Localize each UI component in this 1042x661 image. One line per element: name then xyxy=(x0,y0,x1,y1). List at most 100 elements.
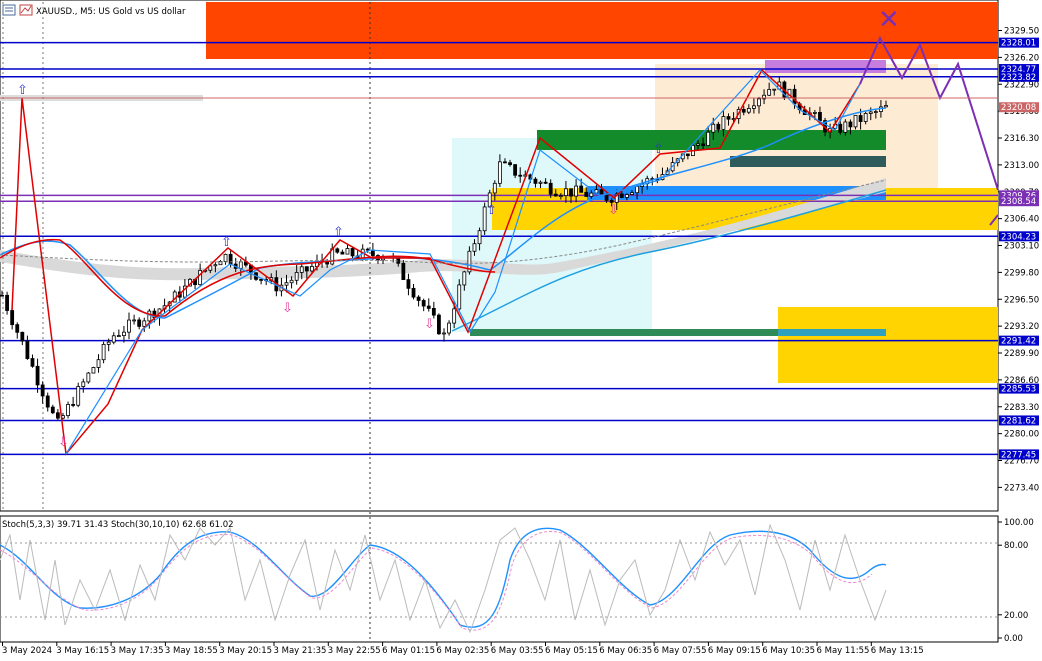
price-tag-label: 2320.08 xyxy=(1001,103,1036,113)
candle-body xyxy=(726,116,731,120)
candle-body xyxy=(345,248,350,255)
price-tag-label: 2285.53 xyxy=(1001,385,1036,395)
trading-terminal: ✕ ⇧ ⇩ ⇧ ⇩ ⇧ ⇩ ⇧ ⇩ ⇧ 2329.50 2326.20 2322.9… xyxy=(0,0,1042,657)
stoch-tick-label: 100.00 xyxy=(1004,518,1034,528)
candle-body xyxy=(5,294,9,311)
green-box[interactable] xyxy=(537,130,886,150)
candle-body xyxy=(863,113,868,122)
time-tick-label: 3 May 22:55 xyxy=(328,646,381,656)
candle-body xyxy=(370,249,375,256)
candle-body xyxy=(66,404,70,417)
candle-body xyxy=(335,248,340,253)
candle-body xyxy=(223,253,228,262)
time-tick-label: 3 May 20:15 xyxy=(219,646,272,656)
candle-body xyxy=(624,194,629,198)
candle-body xyxy=(711,123,716,133)
candle-body xyxy=(350,248,355,257)
time-tick-label: 3 May 18:55 xyxy=(165,646,218,656)
candle-body xyxy=(848,121,853,128)
candle-body xyxy=(884,105,888,108)
price-tick-label: 2273.40 xyxy=(1004,483,1039,493)
candle-body xyxy=(589,192,594,197)
candle-body xyxy=(132,319,136,322)
candle-body xyxy=(701,143,706,147)
time-tick-label: 6 May 01:15 xyxy=(382,646,435,656)
arrow-down-icon: ⇩ xyxy=(424,317,435,332)
time-tick-label: 6 May 07:55 xyxy=(654,646,707,656)
candle-body xyxy=(96,359,101,368)
teal-box[interactable] xyxy=(730,156,886,167)
candle-body xyxy=(50,406,55,414)
time-tick-label: 6 May 10:35 xyxy=(762,646,815,656)
time-tick-label: 6 May 13:15 xyxy=(871,646,924,656)
candle-body xyxy=(873,111,878,113)
price-tag-label: 2281.62 xyxy=(1001,416,1036,426)
candle-body xyxy=(838,123,843,133)
candle-body xyxy=(558,195,563,198)
candle-body xyxy=(818,112,822,121)
candle-body xyxy=(421,300,426,307)
candle-body xyxy=(0,294,4,297)
price-chart[interactable]: ✕ ⇧ ⇩ ⇧ ⇩ ⇧ ⇩ ⇧ ⇩ ⇧ 2329.502326.202322.9… xyxy=(0,0,1042,657)
candle-body xyxy=(630,192,634,195)
time-tick-label: 6 May 11:55 xyxy=(817,646,870,656)
time-tick-label: 6 May 06:35 xyxy=(599,646,652,656)
price-tick-label: 2299.80 xyxy=(1004,268,1039,278)
candle-body xyxy=(635,186,639,194)
candle-body xyxy=(538,181,543,184)
candle-body xyxy=(259,278,264,281)
candle-body xyxy=(20,331,25,342)
chart-menu-icon[interactable] xyxy=(2,4,16,16)
candle-body xyxy=(299,266,304,273)
candle-body xyxy=(340,251,345,255)
time-axis: 3 May 2024 3 May 16:15 3 May 17:35 3 May 18… xyxy=(2,642,924,656)
candle-body xyxy=(442,332,446,335)
price-tag-label: 2277.45 xyxy=(1001,450,1036,460)
candle-body xyxy=(457,284,462,310)
time-tick-label: 3 May 21:35 xyxy=(274,646,327,656)
arrow-up-icon: ⇧ xyxy=(653,142,664,157)
candle-body xyxy=(142,320,147,327)
candle-body xyxy=(792,88,797,105)
candle-body xyxy=(757,98,761,107)
cyan-zone[interactable] xyxy=(452,138,652,332)
candle-body xyxy=(564,188,568,197)
candle-body xyxy=(533,178,538,184)
candle-body xyxy=(310,266,314,272)
candle-body xyxy=(752,105,756,109)
arrow-down-icon: ⇩ xyxy=(282,301,293,316)
arrow-down-icon: ⇩ xyxy=(608,203,619,218)
candle-body xyxy=(238,261,243,269)
candle-body xyxy=(767,89,772,96)
candle-body xyxy=(81,381,86,387)
candle-body xyxy=(868,111,873,114)
candle-body xyxy=(137,319,142,327)
candle-body xyxy=(122,331,126,336)
time-tick-label: 3 May 2024 xyxy=(2,646,52,656)
price-tick-label: 2280.00 xyxy=(1004,430,1039,440)
time-tick-label: 6 May 09:15 xyxy=(708,646,761,656)
candle-body xyxy=(304,266,309,272)
candle-body xyxy=(71,404,76,406)
price-tick-label: 2313.00 xyxy=(1004,161,1039,171)
candle-body xyxy=(772,88,777,91)
candle-body xyxy=(116,335,121,337)
candle-body xyxy=(497,161,502,184)
price-tick-label: 2303.10 xyxy=(1004,242,1039,252)
arrow-up-icon: ⇧ xyxy=(486,203,497,218)
peach-zone[interactable] xyxy=(655,64,938,188)
candle-body xyxy=(213,264,218,267)
price-tick-label: 2326.20 xyxy=(1004,53,1039,63)
candle-body xyxy=(843,121,848,133)
price-tick-label: 2316.30 xyxy=(1004,134,1039,144)
arrow-up-icon: ⇧ xyxy=(333,225,344,240)
yellow-zone-lower[interactable] xyxy=(778,307,998,383)
price-tick-label: 2289.90 xyxy=(1004,349,1039,359)
candle-body xyxy=(127,319,131,333)
arrow-up-icon: ⇧ xyxy=(221,235,232,250)
candle-body xyxy=(812,112,817,114)
price-tick-label: 2293.20 xyxy=(1004,322,1039,332)
candle-body xyxy=(401,262,406,281)
candle-body xyxy=(86,372,91,383)
target-x-marker[interactable]: ✕ xyxy=(878,5,900,35)
